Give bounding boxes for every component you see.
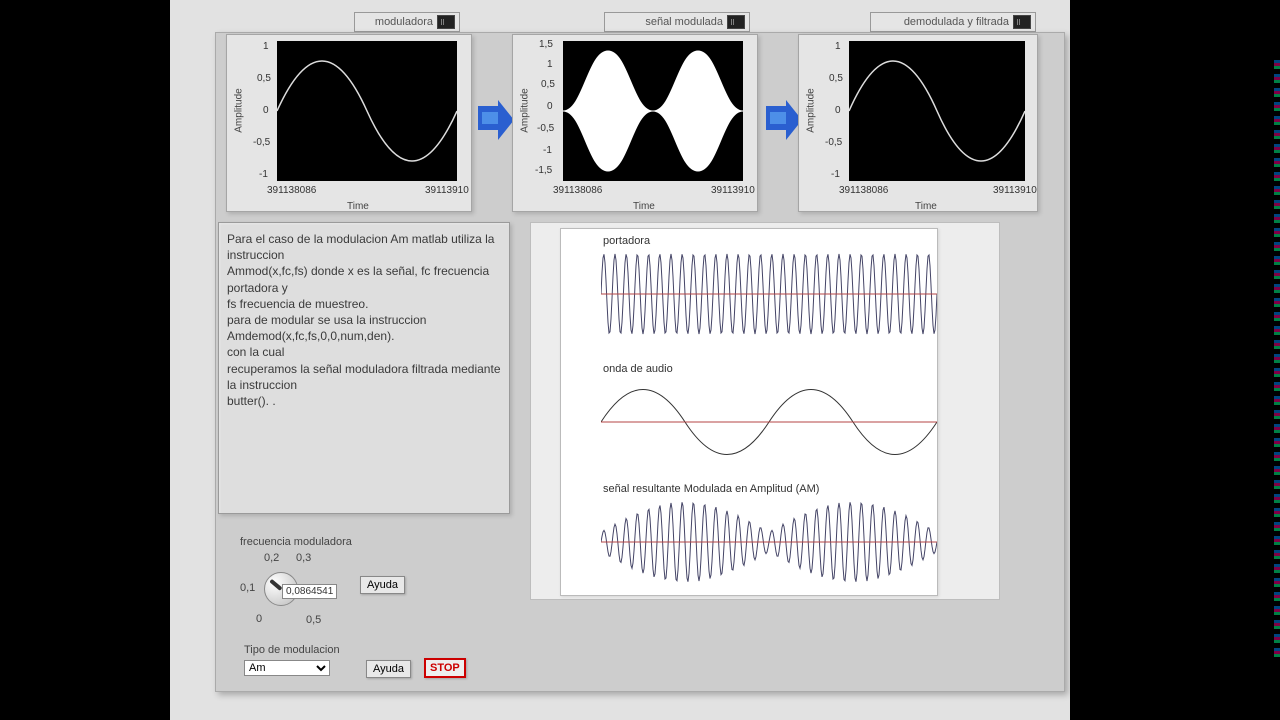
carrier-wave xyxy=(601,249,937,339)
scope1-header: moduladora xyxy=(354,12,460,32)
waveform-icon xyxy=(727,15,745,29)
stop-button[interactable]: STOP xyxy=(424,658,466,678)
tick: 0,5 xyxy=(829,73,843,84)
tick: 1,5 xyxy=(539,39,553,50)
scope1-xlabel: Time xyxy=(347,201,369,212)
tick: 39113910 xyxy=(425,185,469,196)
diagram-panel: portadora onda de audio señal resultante… xyxy=(560,228,938,596)
tick: -1 xyxy=(543,145,552,156)
tick: -0,5 xyxy=(253,137,270,148)
scope2-xlabel: Time xyxy=(633,201,655,212)
am-wave xyxy=(601,497,937,587)
diagram-title-carrier: portadora xyxy=(603,235,650,247)
arrow-icon xyxy=(478,106,498,130)
tick: 1 xyxy=(263,41,269,52)
audio-wave xyxy=(601,377,937,467)
tick: -1 xyxy=(831,169,840,180)
tick: 1 xyxy=(547,59,553,70)
tick: 391138086 xyxy=(267,185,316,196)
tick: 39113910 xyxy=(711,185,755,196)
knob-label: frecuencia moduladora xyxy=(240,536,352,548)
ayuda-button-knob[interactable]: Ayuda xyxy=(360,576,405,594)
knob-tick-0: 0 xyxy=(256,613,262,625)
tick: 391138086 xyxy=(553,185,602,196)
tick: -1 xyxy=(259,169,268,180)
tick: 0 xyxy=(263,105,269,116)
scope3-xlabel: Time xyxy=(915,201,937,212)
tick: -0,5 xyxy=(537,123,554,134)
scope3-frame: Amplitude 1 0,5 0 -0,5 -1 391138086 3911… xyxy=(798,34,1038,212)
knob-tick-03: 0,3 xyxy=(296,552,311,564)
scope1-frame: Amplitude 1 0,5 0 -0,5 -1 391138086 3911… xyxy=(226,34,472,212)
knob-tick-05: 0,5 xyxy=(306,614,321,626)
knob-tick-02: 0,2 xyxy=(264,552,279,564)
modulation-type-label: Tipo de modulacion xyxy=(244,644,340,656)
waveform-icon xyxy=(437,15,455,29)
waveform-icon xyxy=(1013,15,1031,29)
scope1-ylabel: Amplitude xyxy=(234,88,245,132)
modulation-type-select[interactable]: Am xyxy=(244,660,330,676)
render-artifact xyxy=(1274,60,1280,660)
scope1-title: moduladora xyxy=(375,16,433,28)
scope2-ylabel: Amplitude xyxy=(520,88,531,132)
scope3-title: demodulada y filtrada xyxy=(904,16,1009,28)
scope2-title: señal modulada xyxy=(645,16,723,28)
scope2-header: señal modulada xyxy=(604,12,750,32)
tick: 0,5 xyxy=(257,73,271,84)
tick: 0 xyxy=(835,105,841,116)
diagram-title-am: señal resultante Modulada en Amplitud (A… xyxy=(603,483,819,495)
tick: 1 xyxy=(835,41,841,52)
info-textbox: Para el caso de la modulacion Am matlab … xyxy=(218,222,510,514)
diagram-title-audio: onda de audio xyxy=(603,363,673,375)
knob-tick-01: 0,1 xyxy=(240,582,255,594)
scope2-plot[interactable] xyxy=(563,41,743,181)
scope3-header: demodulada y filtrada xyxy=(870,12,1036,32)
arrow-icon xyxy=(766,106,786,130)
scope2-frame: Amplitude 1,5 1 0,5 0 -0,5 -1 -1,5 39113… xyxy=(512,34,758,212)
ayuda-button-select[interactable]: Ayuda xyxy=(366,660,411,678)
tick: 0,5 xyxy=(541,79,555,90)
scope3-plot[interactable] xyxy=(849,41,1025,181)
tick: -1,5 xyxy=(535,165,552,176)
tick: -0,5 xyxy=(825,137,842,148)
knob-value-display[interactable]: 0,0864541 xyxy=(282,584,337,599)
tick: 391138086 xyxy=(839,185,888,196)
tick: 39113910 xyxy=(993,185,1037,196)
scope3-ylabel: Amplitude xyxy=(806,88,817,132)
tick: 0 xyxy=(547,101,553,112)
scope1-plot[interactable] xyxy=(277,41,457,181)
